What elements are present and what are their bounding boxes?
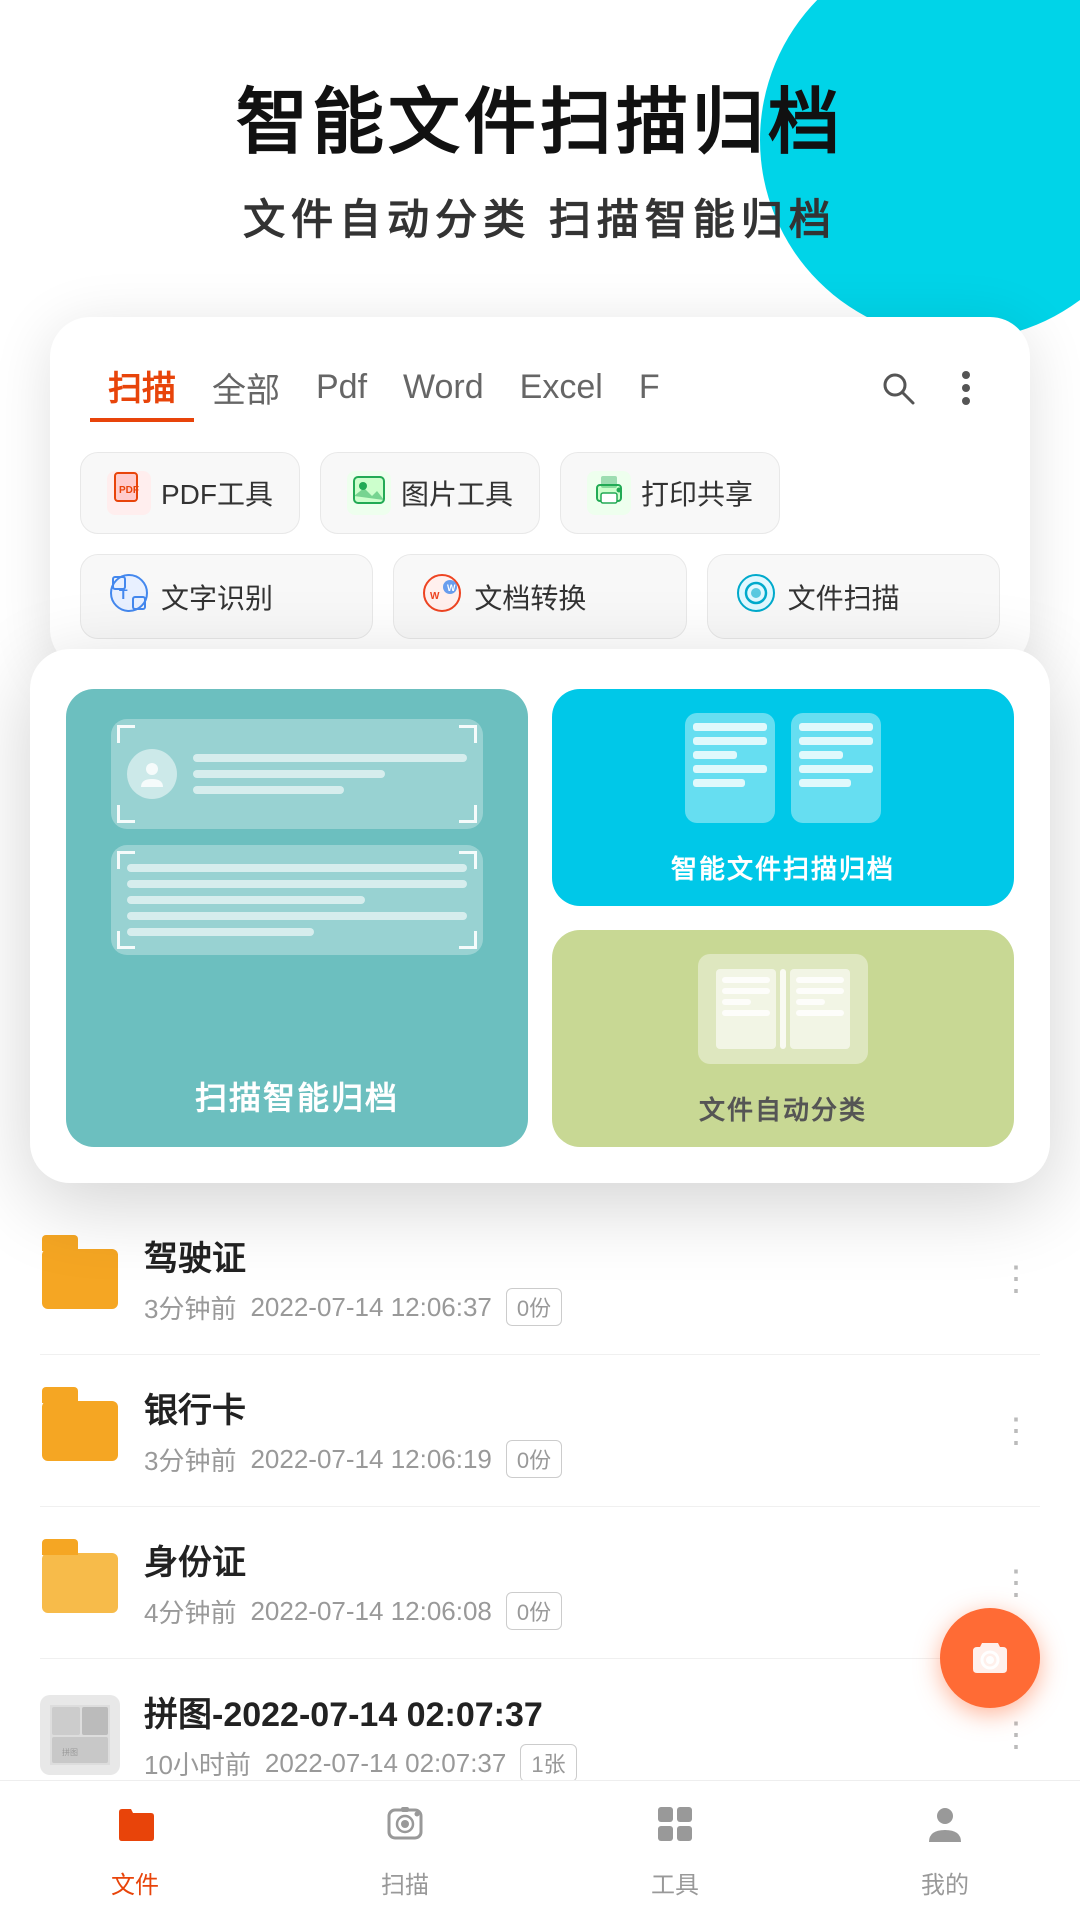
file-name-3: 身份证 bbox=[144, 1535, 968, 1584]
file-info-3: 身份证 4分钟前 2022-07-14 12:06:08 0份 bbox=[144, 1535, 968, 1630]
bottom-nav: 文件 扫描 工具 bbox=[0, 1780, 1080, 1920]
file-item-shenfenzheng[interactable]: 身份证 4分钟前 2022-07-14 12:06:08 0份 ⋮ bbox=[40, 1507, 1040, 1659]
person-silhouette bbox=[127, 749, 177, 799]
feature-card-scan[interactable]: 扫描智能归档 bbox=[66, 689, 528, 1147]
doc-icon-1 bbox=[685, 713, 775, 823]
tool-convert-label: 文档转换 bbox=[474, 577, 586, 617]
fab-camera-button[interactable] bbox=[940, 1608, 1040, 1708]
file-name-2: 银行卡 bbox=[144, 1383, 968, 1432]
folder-icon-1 bbox=[40, 1245, 120, 1313]
folder-icon-3 bbox=[40, 1549, 120, 1617]
file-info-2: 银行卡 3分钟前 2022-07-14 12:06:19 0份 bbox=[144, 1383, 968, 1478]
svg-text:PDF: PDF bbox=[119, 485, 139, 496]
tool-img[interactable]: 图片工具 bbox=[320, 452, 540, 534]
file-name-4: 拼图-2022-07-14 02:07:37 bbox=[144, 1687, 968, 1736]
tab-scan[interactable]: 扫描 bbox=[90, 353, 194, 422]
tabs-icons bbox=[874, 364, 990, 412]
file-meta-4: 10小时前 2022-07-14 02:07:37 1张 bbox=[144, 1744, 968, 1782]
nav-tools[interactable]: 工具 bbox=[540, 1781, 810, 1920]
scan-illustrations bbox=[90, 719, 504, 955]
nav-files[interactable]: 文件 bbox=[0, 1781, 270, 1920]
nav-mine[interactable]: 我的 bbox=[810, 1781, 1080, 1920]
header-section: 智能文件扫描归档 文件自动分类 扫描智能归档 bbox=[0, 0, 1080, 287]
img-icon bbox=[347, 471, 391, 515]
tool-print-label: 打印共享 bbox=[641, 473, 753, 513]
svg-text:拼图: 拼图 bbox=[62, 1747, 78, 1757]
feature-label-smart: 智能文件扫描归档 bbox=[671, 849, 895, 886]
feature-card-classify[interactable]: 文件自动分类 bbox=[552, 930, 1014, 1147]
book-icon bbox=[698, 954, 868, 1064]
nav-files-label: 文件 bbox=[111, 1865, 159, 1900]
svg-text:W: W bbox=[447, 583, 456, 593]
feature-right-col: 智能文件扫描归档 bbox=[552, 689, 1014, 1147]
more-menu-button[interactable] bbox=[942, 364, 990, 412]
feature-label-scan: 扫描智能归档 bbox=[195, 1073, 399, 1119]
tab-excel[interactable]: Excel bbox=[502, 360, 621, 415]
file-info-4: 拼图-2022-07-14 02:07:37 10小时前 2022-07-14 … bbox=[144, 1687, 968, 1782]
print-icon bbox=[587, 471, 631, 515]
nav-mine-label: 我的 bbox=[921, 1865, 969, 1900]
file-name-1: 驾驶证 bbox=[144, 1231, 968, 1280]
file-list-wrapper: 驾驶证 3分钟前 2022-07-14 12:06:37 0份 ⋮ 银行卡 bbox=[0, 1203, 1080, 1811]
pdf-icon: PDF bbox=[107, 471, 151, 515]
file-meta-2: 3分钟前 2022-07-14 12:06:19 0份 bbox=[144, 1440, 968, 1478]
file-more-2[interactable]: ⋮ bbox=[992, 1407, 1040, 1455]
tool-pdf-label: PDF工具 bbox=[161, 473, 273, 513]
feature-label-classify: 文件自动分类 bbox=[699, 1090, 867, 1127]
file-meta-1: 3分钟前 2022-07-14 12:06:37 0份 bbox=[144, 1288, 968, 1326]
tool-convert[interactable]: W W 文档转换 bbox=[393, 554, 686, 639]
file-more-3[interactable]: ⋮ bbox=[992, 1559, 1040, 1607]
file-item-jiashizheng[interactable]: 驾驶证 3分钟前 2022-07-14 12:06:37 0份 ⋮ bbox=[40, 1203, 1040, 1355]
file-info-1: 驾驶证 3分钟前 2022-07-14 12:06:37 0份 bbox=[144, 1231, 968, 1326]
tabs-row: 扫描 全部 Pdf Word Excel F bbox=[80, 353, 1000, 422]
file-meta-3: 4分钟前 2022-07-14 12:06:08 0份 bbox=[144, 1592, 968, 1630]
feature-grid: 扫描智能归档 bbox=[66, 689, 1014, 1147]
file-thumb-1: 拼图 bbox=[40, 1695, 120, 1775]
nav-tools-label: 工具 bbox=[651, 1865, 699, 1900]
main-title: 智能文件扫描归档 bbox=[60, 80, 1020, 166]
folder-icon-2 bbox=[40, 1397, 120, 1465]
sub-title: 文件自动分类 扫描智能归档 bbox=[60, 186, 1020, 247]
tool-pdf[interactable]: PDF PDF工具 bbox=[80, 452, 300, 534]
nav-mine-icon bbox=[923, 1802, 967, 1857]
tools-row-1: PDF PDF工具 图片工具 bbox=[80, 452, 1000, 534]
tool-text-label: 文字识别 bbox=[161, 577, 273, 617]
two-docs bbox=[685, 713, 881, 823]
search-button[interactable] bbox=[874, 364, 922, 412]
app-card: 扫描 全部 Pdf Word Excel F bbox=[50, 317, 1030, 669]
nav-scan-label: 扫描 bbox=[381, 1865, 429, 1900]
file-list: 驾驶证 3分钟前 2022-07-14 12:06:37 0份 ⋮ 银行卡 bbox=[0, 1203, 1080, 1811]
doc-illus bbox=[111, 845, 484, 955]
nav-scan[interactable]: 扫描 bbox=[270, 1781, 540, 1920]
tab-all[interactable]: 全部 bbox=[194, 355, 298, 420]
nav-scan-icon bbox=[383, 1802, 427, 1857]
nav-tools-icon bbox=[653, 1802, 697, 1857]
svg-text:W: W bbox=[430, 591, 440, 602]
tool-filescan[interactable]: 文件扫描 bbox=[707, 554, 1000, 639]
doc-icon-2 bbox=[791, 713, 881, 823]
tools-row-2: T 文字识别 W W 文档转换 bbox=[80, 554, 1000, 639]
tab-word[interactable]: Word bbox=[385, 360, 502, 415]
tool-filescan-label: 文件扫描 bbox=[788, 577, 900, 617]
tool-print[interactable]: 打印共享 bbox=[560, 452, 780, 534]
id-card-illus bbox=[111, 719, 484, 829]
file-more-4[interactable]: ⋮ bbox=[992, 1711, 1040, 1759]
tab-f[interactable]: F bbox=[621, 360, 678, 415]
file-item-yinhangka[interactable]: 银行卡 3分钟前 2022-07-14 12:06:19 0份 ⋮ bbox=[40, 1355, 1040, 1507]
feature-popup: 扫描智能归档 bbox=[30, 649, 1050, 1183]
tool-text[interactable]: T 文字识别 bbox=[80, 554, 373, 639]
tool-img-label: 图片工具 bbox=[401, 473, 513, 513]
feature-card-smart-scan[interactable]: 智能文件扫描归档 bbox=[552, 689, 1014, 906]
tab-pdf[interactable]: Pdf bbox=[298, 360, 385, 415]
file-more-1[interactable]: ⋮ bbox=[992, 1255, 1040, 1303]
nav-files-icon bbox=[113, 1802, 157, 1857]
